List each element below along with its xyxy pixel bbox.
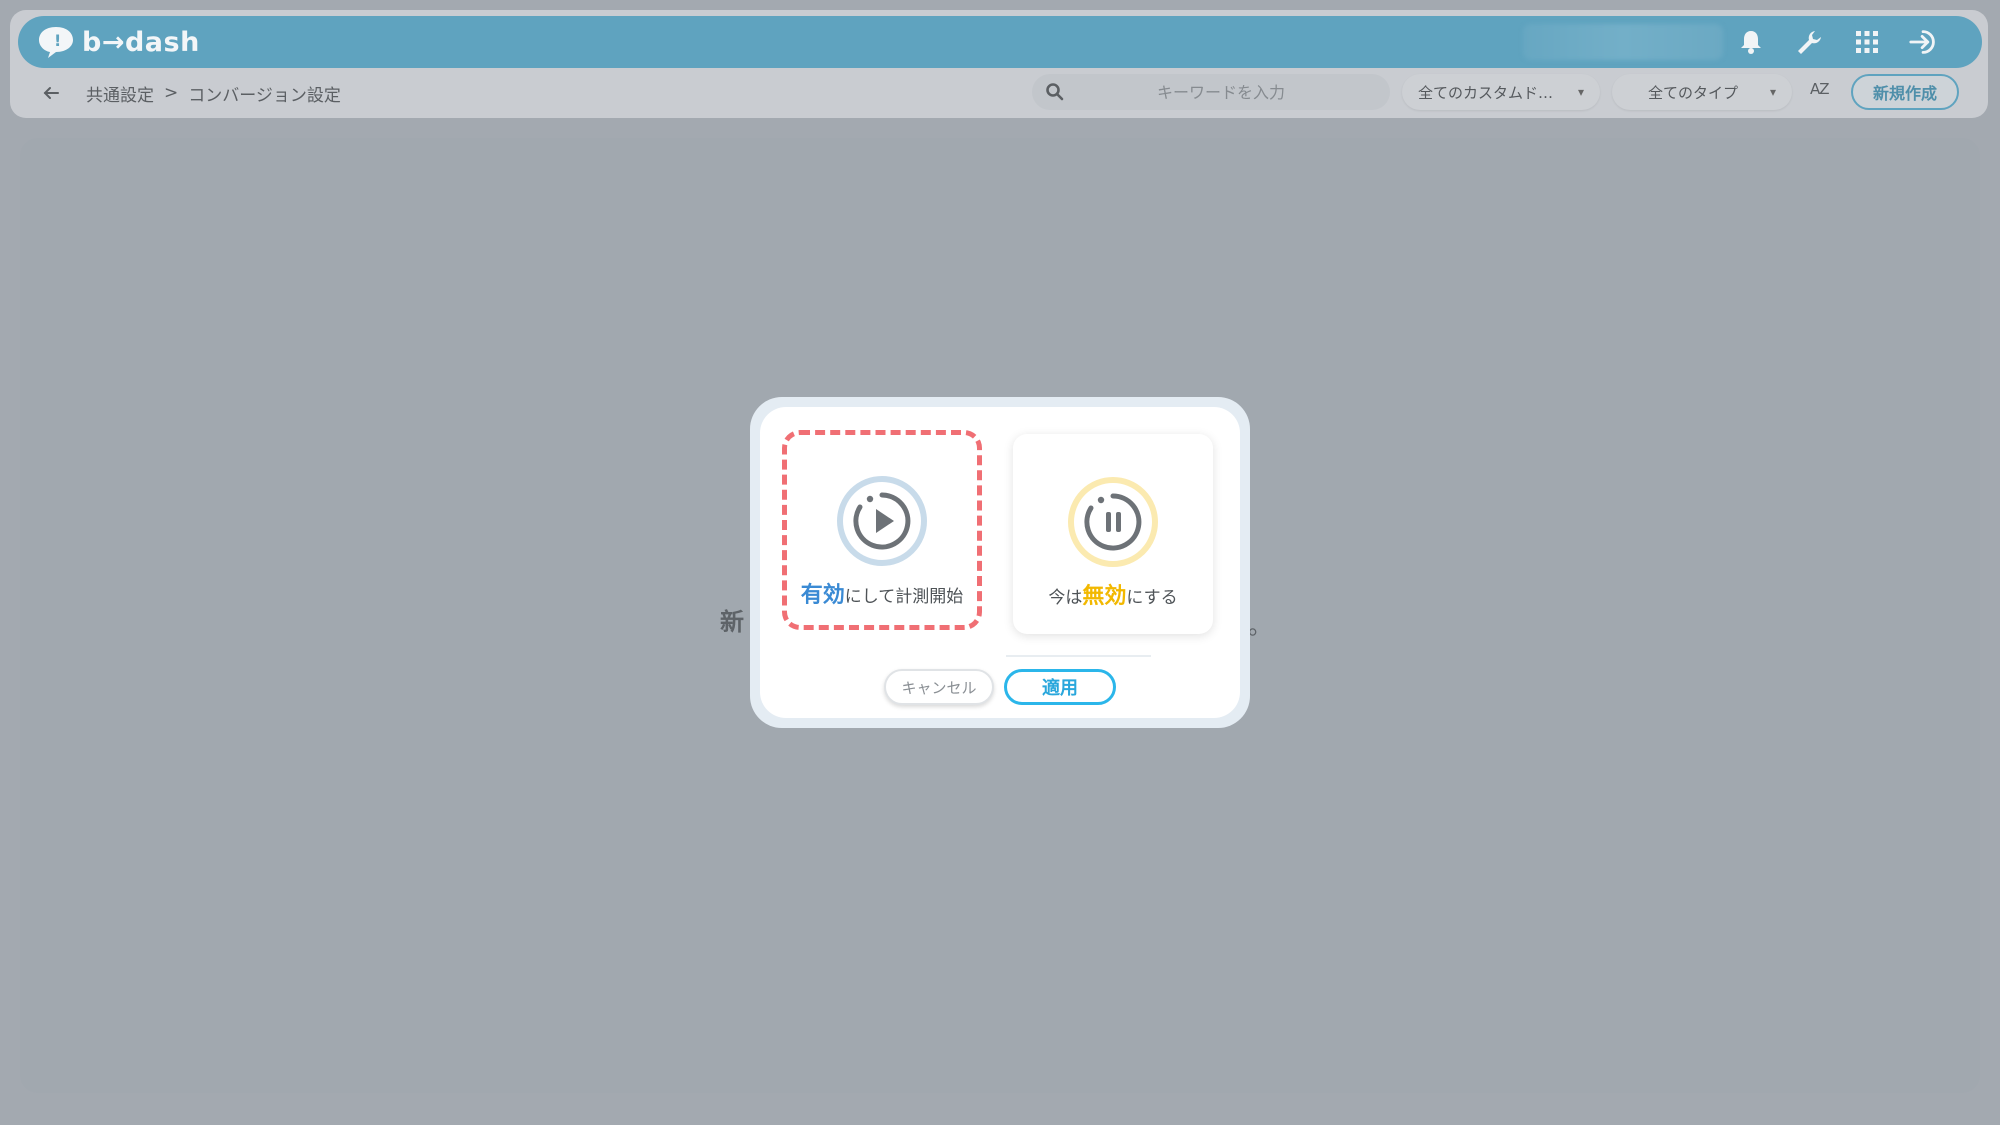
- top-bar: ! b→dash: [18, 16, 1982, 68]
- cancel-button[interactable]: キャンセル: [884, 669, 994, 705]
- logo-text: b→dash: [82, 26, 200, 58]
- enable-highlight: 有効: [800, 583, 845, 608]
- new-create-button[interactable]: 新規作成: [1851, 74, 1959, 110]
- type-select[interactable]: 全てのタイプ ▾: [1612, 74, 1792, 110]
- modal-divider: [1006, 655, 1151, 657]
- enable-option-label: 有効にして計測開始: [787, 577, 977, 609]
- pause-icon: [1068, 477, 1158, 567]
- breadcrumb-parent[interactable]: 共通設定: [86, 81, 154, 106]
- play-icon: [837, 476, 927, 566]
- disable-highlight: 無効: [1082, 584, 1127, 609]
- apply-button[interactable]: 適用: [1004, 669, 1116, 705]
- custom-dimension-select-value: 全てのカスタムド…: [1418, 83, 1554, 102]
- logo-bubble-icon: !: [39, 27, 73, 58]
- logout-icon[interactable]: [1908, 26, 1940, 58]
- sort-az-icon[interactable]: AZ: [1810, 80, 1830, 98]
- apps-grid-icon[interactable]: [1851, 26, 1883, 58]
- custom-dimension-select[interactable]: 全てのカスタムド… ▾: [1402, 74, 1600, 110]
- breadcrumb-current: コンバージョン設定: [188, 85, 341, 106]
- bell-icon[interactable]: [1735, 26, 1767, 58]
- background-message-end: 。: [1248, 612, 1272, 640]
- logo[interactable]: ! b→dash: [36, 24, 200, 60]
- breadcrumb-separator: >: [164, 83, 179, 103]
- back-arrow-icon[interactable]: [40, 82, 62, 104]
- disable-rest: にする: [1126, 588, 1178, 608]
- user-name-blurred: [1523, 24, 1723, 60]
- wrench-icon[interactable]: [1793, 26, 1825, 58]
- disable-prefix: 今は: [1048, 588, 1083, 608]
- search-input[interactable]: [1032, 74, 1390, 110]
- disable-option-label: 今は無効にする: [1013, 578, 1213, 610]
- enable-and-start-option[interactable]: 有効にして計測開始: [782, 430, 982, 630]
- background-message-start: 新: [720, 608, 744, 636]
- svg-text:!: !: [54, 31, 61, 50]
- enable-rest: にして計測開始: [844, 587, 964, 607]
- breadcrumb: 共通設定 > コンバージョン設定: [86, 80, 341, 106]
- chevron-down-icon: ▾: [1577, 85, 1584, 99]
- type-select-value: 全てのタイプ: [1648, 83, 1739, 102]
- disable-for-now-option[interactable]: 今は無効にする: [1013, 434, 1213, 634]
- chevron-down-icon: ▾: [1769, 85, 1776, 99]
